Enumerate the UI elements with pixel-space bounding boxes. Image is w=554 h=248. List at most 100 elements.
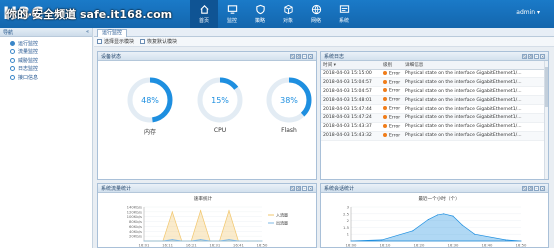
y-tick-label: 3 bbox=[347, 205, 350, 210]
minimize-icon[interactable]: – bbox=[534, 53, 539, 59]
sidebar-item[interactable]: 日志监控 bbox=[10, 65, 92, 74]
settings-icon[interactable]: ⚙ bbox=[296, 53, 301, 59]
panel-title: 系统流量统计 bbox=[101, 185, 132, 192]
table-row[interactable]: 2018-04-03 15:04:57 Error Physical state o… bbox=[321, 77, 548, 88]
refresh-icon[interactable]: ↻ bbox=[522, 53, 527, 59]
table-row[interactable]: 2018-04-03 15:43:32 Error Physical state o… bbox=[321, 131, 548, 141]
series-area-1 bbox=[144, 239, 262, 242]
log-time: 2018-04-03 15:48:01 bbox=[321, 95, 381, 106]
log-level: Error bbox=[389, 115, 401, 121]
nav-item-4[interactable]: 网络 bbox=[302, 0, 330, 28]
settings-icon[interactable]: ⚙ bbox=[528, 185, 533, 191]
data-point bbox=[143, 240, 145, 242]
restore-default-button[interactable]: 恢复默认模块 bbox=[140, 38, 177, 45]
data-point bbox=[256, 240, 258, 242]
log-scrollbar[interactable] bbox=[544, 61, 548, 179]
collapse-icon[interactable]: « bbox=[86, 29, 89, 35]
refresh-icon[interactable]: ↻ bbox=[522, 185, 527, 191]
sidebar-item-label: 接口信息 bbox=[18, 74, 39, 81]
close-icon[interactable]: × bbox=[540, 53, 545, 59]
close-icon[interactable]: × bbox=[308, 185, 313, 191]
sidebar-item-label: 日志监控 bbox=[18, 66, 39, 73]
legend-label: 出流量 bbox=[276, 220, 288, 226]
minimize-icon[interactable]: – bbox=[302, 185, 307, 191]
log-time: 2018-04-03 15:47:44 bbox=[321, 104, 381, 114]
y-tick-label: 2 bbox=[347, 218, 350, 223]
x-tick-label: 16:20 bbox=[414, 243, 426, 248]
data-point bbox=[200, 210, 202, 212]
nav-item-0[interactable]: 首页 bbox=[190, 0, 218, 28]
data-point bbox=[228, 210, 230, 212]
log-level: Error bbox=[389, 88, 401, 94]
gauge: 48% 内存 bbox=[122, 76, 178, 136]
log-level: Error bbox=[389, 97, 401, 103]
select-module-button[interactable]: 选择显示模块 bbox=[97, 38, 134, 45]
log-level: Error bbox=[389, 133, 401, 139]
table-row[interactable]: 2018-04-03 15:15:00 Error Physical state o… bbox=[321, 69, 548, 79]
top-bar: H3C 你的·安全频道 safe.it168.com 首页 监控 策略 对象 网络 系统 … bbox=[0, 0, 554, 28]
table-row[interactable]: 2018-04-03 15:47:24 Error Physical state o… bbox=[321, 113, 548, 123]
traffic-panel: 系统流量统计 ↻ ⚙ – × 速率统计 140Kb/s 120Kb/s 100Kb/s 80K… bbox=[97, 183, 317, 248]
log-detail: Physical state on the interface GigabitE… bbox=[403, 86, 548, 97]
table-row[interactable]: 2018-04-03 15:43:37 Error Physical state o… bbox=[321, 122, 548, 132]
sidebar-item[interactable]: 流量监控 bbox=[10, 48, 92, 57]
settings-icon[interactable]: ⚙ bbox=[528, 53, 533, 59]
x-tick-label: 16:40 bbox=[482, 243, 494, 248]
settings-icon[interactable]: ⚙ bbox=[296, 185, 301, 191]
sidebar-item[interactable]: 运行监控 bbox=[10, 39, 92, 48]
table-row[interactable]: 2018-04-03 15:04:57 Error Physical state o… bbox=[321, 86, 548, 97]
data-point bbox=[350, 240, 352, 242]
log-detail: Physical state on the interface GigabitE… bbox=[403, 95, 548, 106]
panel-title: 系统会话统计 bbox=[324, 185, 355, 192]
log-level-cell: Error bbox=[381, 77, 403, 88]
log-detail: Physical state on the interface GigabitE… bbox=[403, 131, 548, 141]
shield-icon bbox=[255, 4, 265, 15]
minimize-icon[interactable]: – bbox=[534, 185, 539, 191]
minimize-icon[interactable]: – bbox=[302, 53, 307, 59]
error-dot-icon bbox=[383, 97, 387, 102]
log-time: 2018-04-03 15:43:32 bbox=[321, 131, 381, 141]
y-tick-label: 1 bbox=[347, 232, 350, 237]
tab-run-monitor[interactable]: 运行监控 bbox=[97, 29, 128, 37]
x-tick-label: 16:31 bbox=[209, 243, 221, 248]
system-log-panel: 系统日志 ↻ ⚙ – × 时间 ▾ 级别 详细信息 2018-04-03 15:15:00… bbox=[320, 51, 549, 180]
log-level-cell: Error bbox=[381, 95, 403, 106]
refresh-icon[interactable]: ↻ bbox=[290, 185, 295, 191]
close-icon[interactable]: × bbox=[540, 185, 545, 191]
device-status-panel: 设备状态 ↻ ⚙ – × 48% 内存 15% CPU 38% Flash bbox=[97, 51, 317, 180]
sidebar-header: 导航 « bbox=[0, 28, 92, 37]
error-dot-icon bbox=[383, 70, 387, 75]
scroll-thumb[interactable] bbox=[545, 67, 548, 107]
sidebar-item[interactable]: 接口信息 bbox=[10, 73, 92, 82]
column-header[interactable]: 级别 bbox=[381, 61, 403, 70]
table-row[interactable]: 2018-04-03 15:48:01 Error Physical state o… bbox=[321, 95, 548, 106]
close-icon[interactable]: × bbox=[308, 53, 313, 59]
nav-item-3[interactable]: 对象 bbox=[274, 0, 302, 28]
nav-item-1[interactable]: 监控 bbox=[218, 0, 246, 28]
nav-item-5[interactable]: 系统 bbox=[330, 0, 358, 28]
nav-item-2[interactable]: 策略 bbox=[246, 0, 274, 28]
x-tick-label: 16:41 bbox=[233, 243, 245, 248]
log-table: 时间 ▾ 级别 详细信息 2018-04-03 15:15:00 Error Physi… bbox=[321, 61, 548, 141]
log-detail: Physical state on the interface GigabitE… bbox=[403, 77, 548, 88]
data-point bbox=[190, 240, 192, 242]
refresh-icon[interactable]: ↻ bbox=[290, 53, 295, 59]
data-point bbox=[200, 239, 202, 241]
x-tick-label: 16:50 bbox=[257, 243, 269, 248]
y-tick-label: 1.5 bbox=[343, 225, 350, 230]
network-icon bbox=[311, 4, 321, 15]
log-time: 2018-04-03 15:04:57 bbox=[321, 86, 381, 97]
user-menu[interactable]: admin ▾ bbox=[516, 9, 540, 16]
x-tick-label: 16:50 bbox=[516, 243, 528, 248]
x-tick-label: 16:30 bbox=[448, 243, 460, 248]
sidebar-item[interactable]: 威胁监控 bbox=[10, 56, 92, 65]
table-row[interactable]: 2018-04-03 15:47:44 Error Physical state o… bbox=[321, 104, 548, 114]
column-header[interactable]: 时间 ▾ bbox=[321, 61, 381, 70]
data-point bbox=[247, 240, 249, 242]
x-tick-label: 16:11 bbox=[162, 243, 174, 248]
column-header[interactable]: 详细信息 bbox=[403, 61, 548, 70]
nav-label: 网络 bbox=[310, 18, 321, 24]
data-point bbox=[412, 230, 414, 232]
error-dot-icon bbox=[383, 115, 387, 120]
nav-label: 对象 bbox=[282, 18, 293, 24]
